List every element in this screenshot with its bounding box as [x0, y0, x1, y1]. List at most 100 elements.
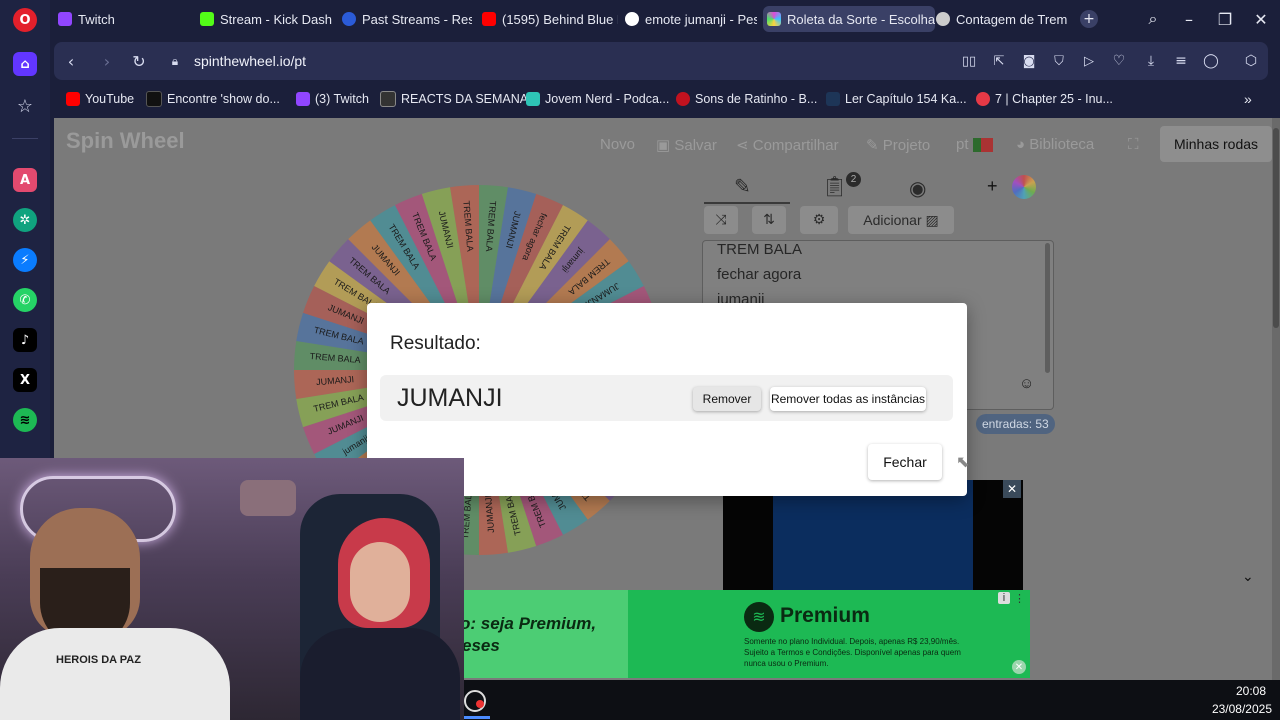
profile-icon[interactable]: ◯: [1200, 50, 1222, 72]
heart-icon[interactable]: ♡: [1108, 50, 1130, 72]
mouse-cursor-icon: ⬉: [956, 454, 970, 471]
ad-close-icon[interactable]: ✕: [1012, 660, 1026, 674]
sort-icon[interactable]: ⇅: [752, 206, 786, 234]
nav-biblioteca[interactable]: ◕ Biblioteca: [1016, 136, 1094, 153]
nav-compartilhar[interactable]: ⋖ Compartilhar: [736, 136, 839, 154]
star-icon[interactable]: ☆: [13, 94, 37, 118]
new-tab-plus-icon[interactable]: +: [1080, 10, 1098, 28]
close-window-icon[interactable]: ✕: [1250, 8, 1272, 30]
chatgpt-favicon-icon: [936, 12, 950, 26]
settings-sliders-icon[interactable]: ≡: [1170, 50, 1192, 72]
player-icon[interactable]: ▷: [1078, 50, 1100, 72]
tiktok-icon: [146, 91, 162, 107]
fechar-button[interactable]: Fechar: [868, 444, 942, 480]
download-icon[interactable]: ⤓: [1140, 50, 1162, 72]
fullscreen-icon[interactable]: ⛶: [1128, 136, 1139, 153]
taskbar-time[interactable]: 20:08: [1236, 684, 1266, 698]
page-scrollbar[interactable]: [1272, 118, 1280, 720]
bookmark-label: (3) Twitch: [315, 92, 369, 106]
bookmark-youtube[interactable]: YouTube: [66, 90, 134, 108]
video-ad-container[interactable]: ✕: [723, 480, 1023, 590]
minhas-rodas-button[interactable]: Minhas rodas: [1160, 126, 1272, 162]
settings-gear-icon[interactable]: ⚙: [800, 206, 838, 234]
tab-contagem[interactable]: Contagem de Trem B: [936, 6, 1068, 32]
add-wheel-plus-icon[interactable]: +: [987, 176, 998, 197]
youtube-favicon-icon: [482, 12, 496, 26]
spotify-logo-icon: ≋: [744, 602, 774, 632]
shirt-text: HEROIS DA PAZ: [56, 654, 141, 666]
tab-kick[interactable]: Stream - Kick Dashbo: [200, 6, 332, 32]
ad-options-icon[interactable]: ⋮: [1014, 592, 1025, 605]
spotify-premium-ad[interactable]: ≋ Premium Somente no plano Individual. D…: [628, 590, 1030, 678]
lock-icon[interactable]: 🔒︎: [164, 50, 186, 72]
nav-compartilhar-label: Compartilhar: [752, 137, 839, 154]
tab-google[interactable]: emote jumanji - Pesq: [625, 6, 757, 32]
twitch-favicon-icon: [58, 12, 72, 26]
tab-label: emote jumanji - Pesq: [645, 11, 757, 27]
page-scrollbar-thumb[interactable]: [1273, 128, 1279, 328]
bookmark-chapter[interactable]: 7 | Chapter 25 - Inu...: [976, 90, 1113, 108]
shield-icon[interactable]: ⛉: [1048, 50, 1070, 72]
nav-novo[interactable]: Novo: [600, 136, 635, 153]
adicionar-image-button[interactable]: Adicionar ▨: [848, 206, 954, 234]
bookmark-jovem-nerd[interactable]: Jovem Nerd - Podca...: [526, 90, 669, 108]
remover-todas-button[interactable]: Remover todas as instâncias: [770, 387, 926, 411]
bookmark-sons-ratinho[interactable]: Sons de Ratinho - B...: [676, 90, 817, 108]
bookmarks-bar: YouTube Encontre 'show do... (3) Twitch …: [50, 84, 1280, 114]
camera-icon[interactable]: ◙: [1018, 50, 1040, 72]
nav-salvar[interactable]: ▣ Salvar: [656, 136, 717, 154]
pencil-icon: ✎: [866, 137, 883, 154]
shuffle-icon[interactable]: ⤨: [704, 206, 738, 234]
spotify-icon[interactable]: ≋: [13, 408, 37, 432]
bookmark-label: Ler Capítulo 154 Ka...: [845, 92, 967, 106]
bookmark-tiktok[interactable]: Encontre 'show do...: [146, 90, 280, 108]
search-tabs-icon[interactable]: ⌕: [1142, 8, 1164, 30]
messenger-icon[interactable]: ⚡: [13, 248, 37, 272]
back-icon[interactable]: ‹: [60, 50, 82, 72]
x-icon[interactable]: X: [13, 368, 37, 392]
forward-icon[interactable]: ›: [96, 50, 118, 72]
bookmark-reacts[interactable]: REACTS DA SEMANA: [380, 90, 528, 108]
chatgpt-icon[interactable]: ✲: [13, 208, 37, 232]
url-input[interactable]: spinthewheel.io/pt: [194, 53, 306, 69]
tab-twitch[interactable]: Twitch: [58, 6, 198, 32]
results-clipboard-icon[interactable]: 📋︎: [822, 174, 847, 199]
ad-headline: o: seja Premium,: [464, 614, 597, 633]
entries-scrollbar[interactable]: [1045, 243, 1050, 373]
nav-projeto-label: Projeto: [882, 137, 931, 154]
site-logo[interactable]: Spin Wheel: [66, 128, 185, 154]
aria-icon[interactable]: A: [13, 168, 37, 192]
home-icon[interactable]: ⌂: [13, 52, 37, 76]
extensions-cube-icon[interactable]: ⬡: [1240, 50, 1262, 72]
edit-pencil-icon[interactable]: ✎: [734, 174, 751, 199]
reload-icon[interactable]: ↻: [128, 50, 150, 72]
reader-icon[interactable]: ▯▯: [958, 50, 980, 72]
tab-roleta-active[interactable]: Roleta da Sorte - Escolha: [763, 6, 935, 32]
remover-button[interactable]: Remover: [693, 387, 761, 411]
color-wheel-icon[interactable]: [1012, 175, 1036, 199]
twitch-icon: [296, 92, 310, 106]
nav-projeto[interactable]: ✎ Projeto: [866, 136, 930, 154]
hide-eye-icon[interactable]: ◉: [909, 176, 926, 201]
tiktok-icon[interactable]: ♪: [13, 328, 37, 352]
premium-terms: Somente no plano Individual. Depois, ape…: [744, 637, 961, 668]
tab-youtube[interactable]: (1595) Behind Blue E: [482, 6, 618, 32]
nav-language[interactable]: pt: [956, 136, 993, 153]
chevron-down-icon[interactable]: ⌄: [1242, 568, 1254, 585]
ad-info-icon[interactable]: i: [998, 592, 1010, 604]
taskbar-date[interactable]: 23/08/2025: [1212, 702, 1272, 716]
bookmark-label: 7 | Chapter 25 - Inu...: [995, 92, 1113, 106]
emoji-icon[interactable]: ☺: [1019, 375, 1034, 392]
premium-ad-left[interactable]: o: seja Premium, eses: [464, 590, 628, 678]
bookmark-twitch[interactable]: (3) Twitch: [296, 90, 369, 108]
bookmarks-more-icon[interactable]: »: [1244, 90, 1252, 108]
opera-logo-icon[interactable]: O: [13, 8, 37, 32]
share-icon[interactable]: ⇱: [988, 50, 1010, 72]
maximize-icon[interactable]: ❐: [1214, 8, 1236, 30]
bookmark-capitulo[interactable]: Ler Capítulo 154 Ka...: [826, 90, 967, 108]
tab-restream[interactable]: Past Streams - Restre: [342, 6, 472, 32]
whatsapp-icon[interactable]: ✆: [13, 288, 37, 312]
minimize-icon[interactable]: –: [1178, 8, 1200, 30]
close-ad-icon[interactable]: ✕: [1003, 480, 1021, 498]
person-left-shirt: [0, 628, 230, 720]
